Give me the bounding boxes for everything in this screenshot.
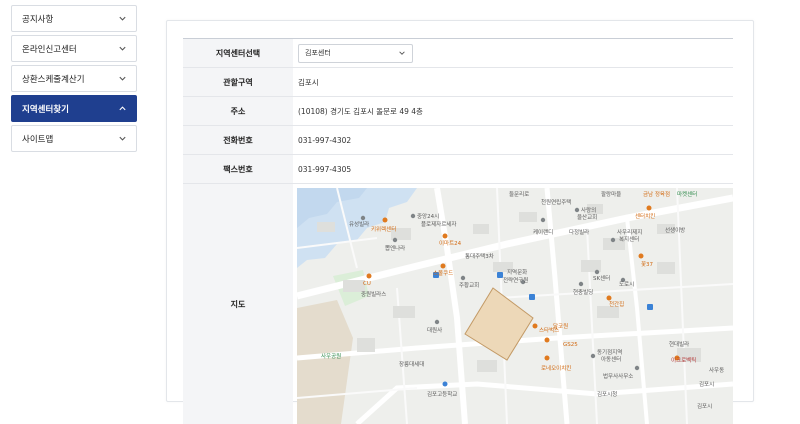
map-label: 동기점지역 (597, 348, 622, 356)
map-label: 플로제자르세자 (421, 220, 456, 228)
map-label: 마켓센터 (677, 190, 697, 198)
row-header: 팩스번호 (183, 155, 293, 183)
map-label: 중앙24시 (417, 212, 439, 220)
sidebar-item-label: 지역센터찾기 (22, 104, 69, 115)
center-info-panel: 지역센터선택 김포센터 관할구역 김포시 주소 (10108) 경기도 김포시 … (166, 20, 754, 424)
map-canvas: 유성빌라 키위렉센터 중앙24시 플로제자르세자 이마트24 뽑엔나라 통대주택… (297, 188, 733, 424)
sidebar-item-repayment-calculator[interactable]: 상환스케줄계산기 (11, 65, 137, 92)
map-label: 둘문리로 (509, 190, 529, 198)
sidebar-item-label: 사이트맵 (22, 134, 54, 145)
map-label: 울산교회 (577, 213, 597, 221)
phone-value: 031-997-4302 (298, 135, 352, 145)
table-row: 관할구역 김포시 (183, 68, 733, 97)
map-label: 김포시 (697, 403, 712, 410)
chevron-down-icon (119, 136, 126, 141)
map-label: 장릉대세대 (399, 360, 424, 368)
map-label: 꽃37 (641, 261, 654, 268)
table-row: 지역센터선택 김포센터 (183, 39, 733, 68)
map-label: 대원사 (427, 326, 442, 334)
map-label: 김포고등학교 (427, 390, 457, 398)
map-label: 이크로벡틱 (671, 356, 696, 364)
chevron-down-icon (399, 51, 405, 55)
map-label: 사우공원 (321, 352, 341, 360)
map-label: 현대빌라 (669, 340, 689, 348)
map-label: 김포시청 (597, 391, 617, 398)
center-select[interactable]: 김포센터 (298, 43, 413, 63)
chevron-down-icon (119, 46, 126, 51)
table-row: 팩스번호 031-997-4305 (183, 155, 733, 184)
sidebar-item-label: 상환스케줄계산기 (22, 74, 85, 85)
sidebar-item-label: 온라인신고센터 (22, 44, 77, 55)
map-label: 천간집 (609, 300, 624, 308)
table-row: 주소 (10108) 경기도 김포시 돌문로 49 4층 (183, 97, 733, 126)
sidebar: 공지사항 온라인신고센터 상환스케줄계산기 지역센터찾기 사이트맵 (11, 5, 137, 155)
map-label: 이마트24 (439, 239, 462, 247)
table-row: 전화번호 031-997-4302 (183, 126, 733, 155)
chevron-down-icon (119, 76, 126, 81)
map-label: 스몰쿠드 (433, 270, 453, 277)
location-map[interactable]: 유성빌라 키위렉센터 중앙24시 플로제자르세자 이마트24 뽑엔나라 통대주택… (297, 188, 733, 424)
map-label: CU (363, 281, 371, 287)
address-value: (10108) 경기도 김포시 돌문로 49 4층 (298, 106, 423, 116)
chevron-up-icon (119, 106, 126, 111)
map-label: 천원연립주택 (541, 198, 571, 206)
map-label: 지역문화 (507, 268, 527, 276)
map-label: 사랑의 (581, 206, 596, 214)
map-label: 주황교회 (459, 281, 479, 289)
map-label: 유성빌라 (349, 220, 369, 228)
row-header: 관할구역 (183, 68, 293, 96)
table-row: 지도 유성빌라 키위렉센터 중앙24시 플로제자르세자 이마트24 뽑엔나라 통… (183, 184, 733, 424)
map-label: 전략연구원 (503, 276, 528, 284)
map-label: 아동센터 (601, 355, 621, 363)
map-label: 복지센터 (619, 235, 639, 243)
map-label: 달코원 (553, 322, 568, 330)
map-label: 센터치킨 (635, 212, 655, 220)
map-label: SK센터 (593, 274, 610, 282)
center-info-table: 지역센터선택 김포센터 관할구역 김포시 주소 (10108) 경기도 김포시 … (183, 38, 733, 424)
map-label: 다정빌라 (569, 228, 589, 236)
map-label: 김포시 (699, 381, 714, 388)
row-header: 주소 (183, 97, 293, 125)
row-header: 지역센터선택 (183, 39, 293, 67)
map-label: 로네오이치킨 (541, 364, 571, 372)
center-select-value: 김포센터 (305, 49, 331, 57)
map-label: 도로시 (619, 281, 634, 288)
sidebar-item-find-center[interactable]: 지역센터찾기 (11, 95, 137, 122)
map-label: 팔랑마을 (601, 190, 621, 198)
row-header: 전화번호 (183, 126, 293, 154)
map-label: 뽑엔나라 (385, 244, 405, 252)
map-label: GS25 (563, 342, 578, 348)
row-header: 지도 (183, 184, 293, 424)
map-label: 사우리제지 (617, 228, 642, 236)
map-label: 케이랜디 (533, 228, 553, 236)
sidebar-item-notice[interactable]: 공지사항 (11, 5, 137, 32)
sidebar-item-online-report[interactable]: 온라인신고센터 (11, 35, 137, 62)
jurisdiction-value: 김포시 (298, 77, 319, 87)
map-label: 통대주택3차 (465, 252, 494, 260)
map-label: 현충빌딩 (573, 288, 593, 296)
sidebar-item-sitemap[interactable]: 사이트맵 (11, 125, 137, 152)
map-label: 사우동 (709, 366, 724, 374)
sidebar-item-label: 공지사항 (22, 14, 54, 25)
map-label: 금남 정육점 (643, 190, 670, 198)
map-label: 선생이방 (665, 226, 685, 234)
map-label: 법무사사무소 (603, 372, 633, 380)
map-label: 중원빌라스 (361, 290, 386, 298)
map-label: 키위렉센터 (371, 225, 396, 233)
fax-value: 031-997-4305 (298, 164, 352, 174)
chevron-down-icon (119, 16, 126, 21)
